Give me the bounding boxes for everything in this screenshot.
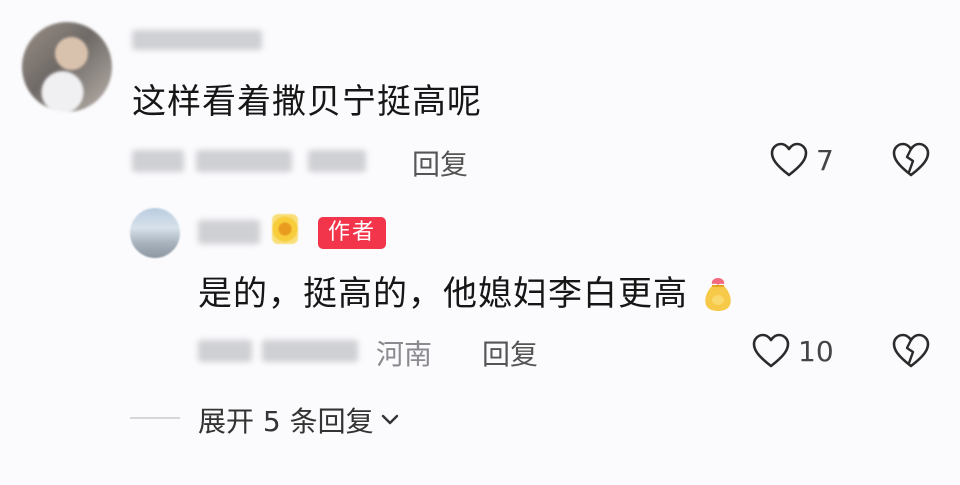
comment-location-blurred [308,150,366,172]
reply-avatar[interactable] [130,208,180,258]
broken-heart-icon [892,142,930,178]
like-count: 7 [816,143,834,177]
reply-username-blurred[interactable] [198,220,260,244]
comment-meta-blurred [196,150,292,172]
money-bag-emoji-icon [698,274,738,314]
reply-text: 是的，挺高的，他媳妇李白更高 [198,274,738,314]
broken-heart-icon [892,333,930,369]
chevron-down-icon [380,413,400,427]
comment-time-blurred [132,150,184,172]
reply-reply-button[interactable]: 回复 [482,333,538,373]
fan-badge-icon [272,214,298,244]
dislike-button[interactable] [892,142,930,178]
heart-icon [770,142,808,178]
reply-text-content: 是的，挺高的，他媳妇李白更高 [198,274,688,314]
reply-dislike-button[interactable] [892,333,930,369]
comment-text: 这样看着撒贝宁挺高呢 [132,82,482,122]
reply-time-blurred [198,340,252,362]
divider [130,417,180,419]
author-badge: 作者 [318,217,386,249]
reply-meta-blurred [262,340,358,362]
reply-location: 河南 [376,338,433,371]
like-button[interactable]: 7 [770,142,834,178]
expand-replies-label: 展开 5 条回复 [198,405,374,438]
expand-replies-button[interactable]: 展开 5 条回复 [198,400,400,440]
reply-like-button[interactable]: 10 [752,333,834,369]
avatar[interactable] [22,22,112,112]
heart-icon [752,333,790,369]
username-blurred[interactable] [132,30,262,50]
reply-like-count: 10 [798,334,834,368]
reply-button[interactable]: 回复 [412,143,468,183]
